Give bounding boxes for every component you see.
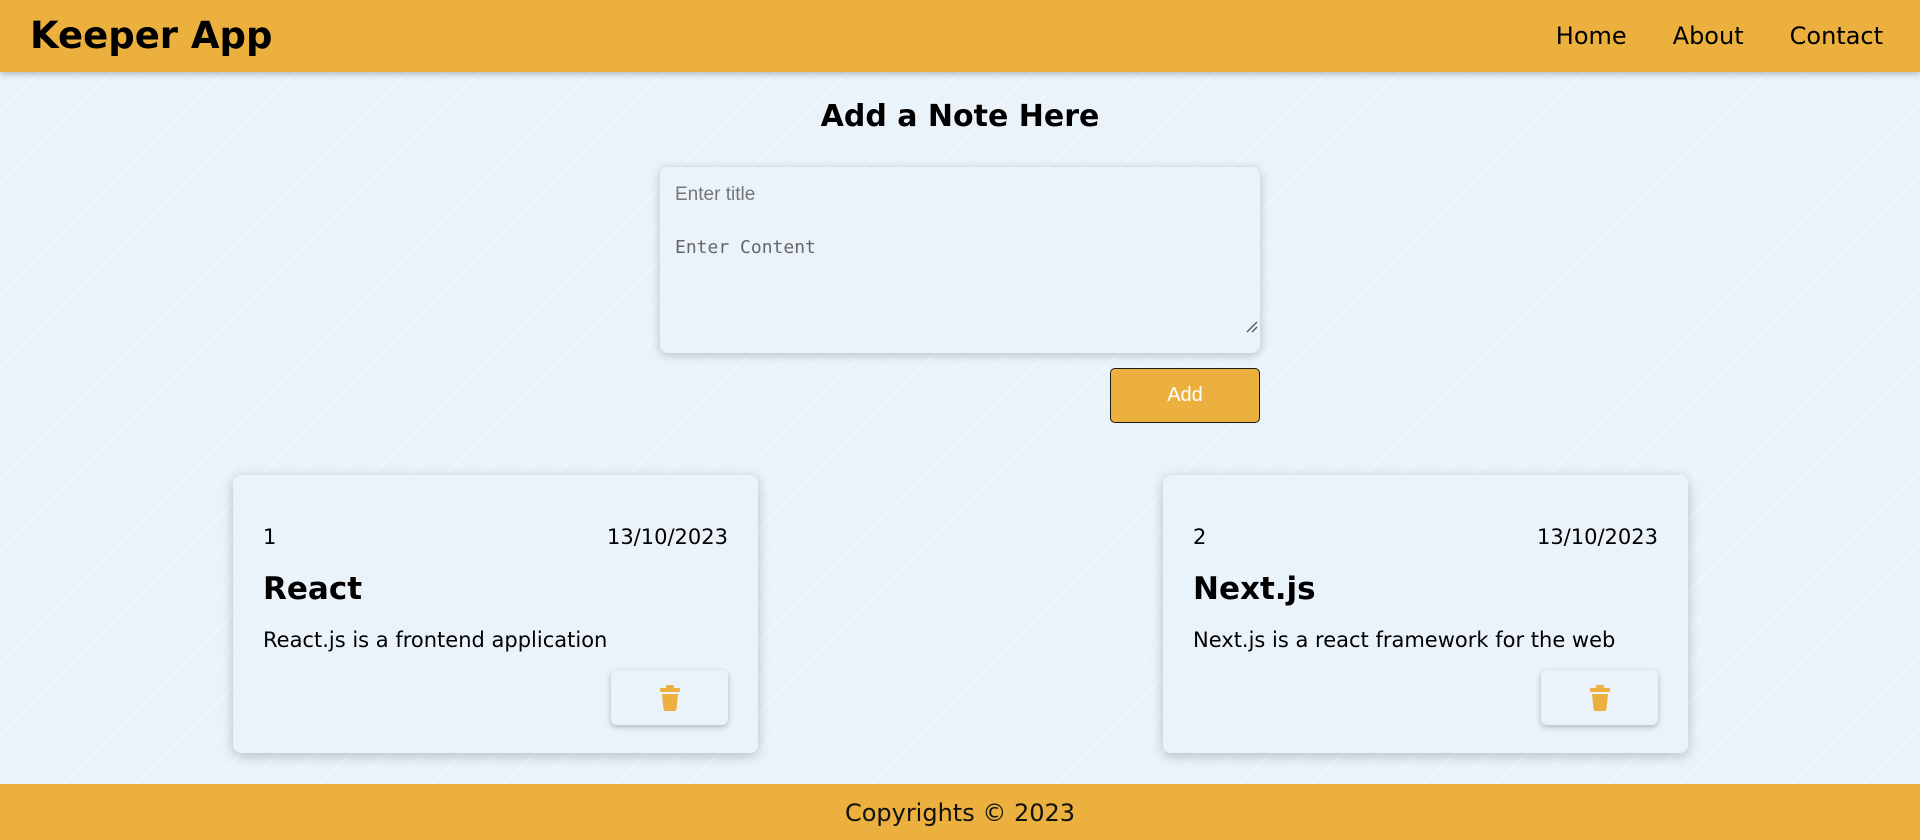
delete-note-button[interactable] bbox=[611, 670, 728, 725]
note-content-input[interactable] bbox=[660, 223, 1260, 347]
note-date: 13/10/2023 bbox=[1536, 525, 1658, 549]
note-title-input[interactable] bbox=[660, 167, 1260, 223]
note-date: 13/10/2023 bbox=[606, 525, 728, 549]
note-title: Next.js bbox=[1193, 571, 1316, 607]
note-content: React.js is a frontend application bbox=[263, 628, 608, 652]
app-brand: Keeper App bbox=[30, 14, 273, 57]
resize-grip-icon[interactable] bbox=[1244, 319, 1258, 333]
note-content: Next.js is a react framework for the web bbox=[1193, 628, 1616, 652]
nav-about-link[interactable]: About bbox=[1673, 20, 1744, 52]
app-footer: Copyrights © 2023 bbox=[0, 784, 1920, 840]
trash-icon bbox=[659, 684, 680, 711]
add-note-button[interactable]: Add bbox=[1110, 368, 1260, 423]
note-card: 2 13/10/2023 Next.js Next.js is a react … bbox=[1163, 475, 1688, 753]
form-heading: Add a Note Here bbox=[820, 99, 1100, 134]
delete-note-button[interactable] bbox=[1541, 670, 1658, 725]
nav-home-link[interactable]: Home bbox=[1556, 20, 1627, 52]
note-form bbox=[660, 167, 1260, 353]
trash-icon bbox=[1589, 684, 1610, 711]
note-id: 2 bbox=[1193, 525, 1207, 549]
note-title: React bbox=[263, 571, 363, 607]
note-id: 1 bbox=[263, 525, 277, 549]
app-header: Keeper App Home About Contact bbox=[0, 0, 1920, 72]
copyright-text: Copyrights © 2023 bbox=[844, 799, 1076, 827]
nav-contact-link[interactable]: Contact bbox=[1790, 20, 1883, 52]
main-nav: Home About Contact bbox=[1556, 20, 1883, 52]
note-card: 1 13/10/2023 React React.js is a fronten… bbox=[233, 475, 758, 753]
